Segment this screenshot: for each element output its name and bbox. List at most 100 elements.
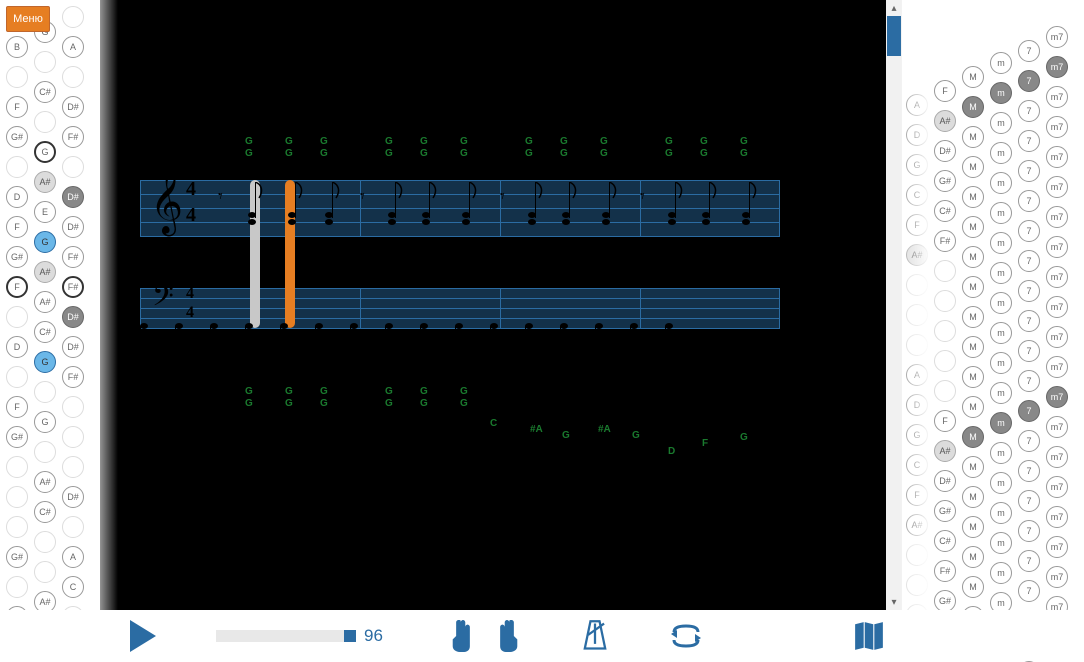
right-button[interactable]: 7 [1018,520,1040,542]
right-button[interactable]: G [906,154,928,176]
right-button[interactable]: A# [906,244,928,266]
left-button[interactable]: F [6,96,28,118]
right-button[interactable]: m [990,352,1012,374]
right-button[interactable] [934,290,956,312]
right-button[interactable]: m [990,172,1012,194]
right-button[interactable]: m [990,292,1012,314]
left-button[interactable] [6,486,28,508]
right-button[interactable]: m7 [1046,176,1068,198]
right-button[interactable]: 7 [1018,430,1040,452]
right-button[interactable]: m7 [1046,446,1068,468]
left-button[interactable]: D# [62,96,84,118]
right-button[interactable]: m [990,232,1012,254]
right-button[interactable]: M [962,366,984,388]
left-button[interactable]: F# [62,366,84,388]
right-button[interactable]: m7 [1046,206,1068,228]
left-button[interactable]: D# [62,486,84,508]
left-button[interactable]: F# [62,126,84,148]
right-button[interactable]: 7 [1018,580,1040,602]
left-button[interactable] [62,396,84,418]
left-button[interactable] [6,456,28,478]
left-button[interactable]: A# [34,471,56,493]
right-button[interactable]: m [990,562,1012,584]
right-button[interactable]: A [906,364,928,386]
tempo-slider[interactable] [216,630,356,642]
menu-button[interactable]: Меню [6,6,50,32]
right-button[interactable] [934,350,956,372]
left-button[interactable] [34,561,56,583]
left-button[interactable] [62,6,84,28]
right-button[interactable]: M [962,456,984,478]
vertical-scrollbar[interactable]: ▴ ▾ [886,0,902,610]
left-button[interactable] [6,306,28,328]
right-button[interactable]: m7 [1046,296,1068,318]
right-button[interactable]: m [990,262,1012,284]
right-button[interactable]: M [962,486,984,508]
left-button[interactable]: G# [6,246,28,268]
right-button[interactable] [906,544,928,566]
left-button[interactable]: F [6,276,28,298]
metronome-toggle[interactable] [581,619,609,653]
left-button[interactable]: F# [62,246,84,268]
right-button[interactable]: G# [934,590,956,612]
left-button[interactable]: A# [34,291,56,313]
right-button[interactable]: 7 [1018,550,1040,572]
right-button[interactable]: C# [934,200,956,222]
left-button[interactable] [34,51,56,73]
right-button[interactable]: M [962,426,984,448]
left-button[interactable]: C# [34,501,56,523]
left-button[interactable]: A [62,546,84,568]
left-button[interactable] [62,516,84,538]
left-button[interactable] [6,156,28,178]
right-button[interactable]: m7 [1046,56,1068,78]
right-button[interactable]: m7 [1046,506,1068,528]
right-button[interactable]: m7 [1046,356,1068,378]
left-button[interactable]: E [34,201,56,223]
left-button[interactable]: G# [6,426,28,448]
right-button[interactable]: 7 [1018,40,1040,62]
right-button[interactable]: 7 [1018,370,1040,392]
left-button[interactable] [6,576,28,598]
left-button[interactable]: F# [62,276,84,298]
right-button[interactable]: m7 [1046,266,1068,288]
right-button[interactable] [934,260,956,282]
right-button[interactable]: m [990,412,1012,434]
right-button[interactable]: M [962,336,984,358]
right-button[interactable]: 7 [1018,250,1040,272]
right-button[interactable]: m [990,82,1012,104]
right-button[interactable]: A# [906,514,928,536]
left-button[interactable] [62,426,84,448]
left-button[interactable]: D# [62,186,84,208]
right-button[interactable]: M [962,396,984,418]
right-button[interactable]: 7 [1018,190,1040,212]
right-button[interactable]: 7 [1018,160,1040,182]
right-button[interactable]: C [906,454,928,476]
left-button[interactable]: G [34,141,56,163]
left-button[interactable]: G [34,231,56,253]
left-button[interactable] [62,66,84,88]
right-button[interactable]: M [962,246,984,268]
right-button[interactable]: m7 [1046,326,1068,348]
right-button[interactable]: m7 [1046,416,1068,438]
playhead[interactable] [285,180,295,328]
left-button[interactable] [6,366,28,388]
right-button[interactable] [934,320,956,342]
right-button[interactable]: M [962,276,984,298]
right-button[interactable]: M [962,186,984,208]
right-button[interactable]: M [962,546,984,568]
right-button[interactable]: 7 [1018,130,1040,152]
right-button[interactable]: D [906,394,928,416]
right-button[interactable]: 7 [1018,220,1040,242]
left-button[interactable]: G# [6,546,28,568]
right-button[interactable]: 7 [1018,310,1040,332]
right-button[interactable]: D# [934,140,956,162]
right-button[interactable]: G# [934,170,956,192]
right-button[interactable]: 7 [1018,460,1040,482]
left-button[interactable]: D# [62,336,84,358]
right-button[interactable] [934,380,956,402]
right-button[interactable]: m7 [1046,476,1068,498]
left-button[interactable]: G# [6,126,28,148]
left-button[interactable]: C# [34,81,56,103]
right-button[interactable]: D# [934,470,956,492]
right-button[interactable]: F [934,80,956,102]
